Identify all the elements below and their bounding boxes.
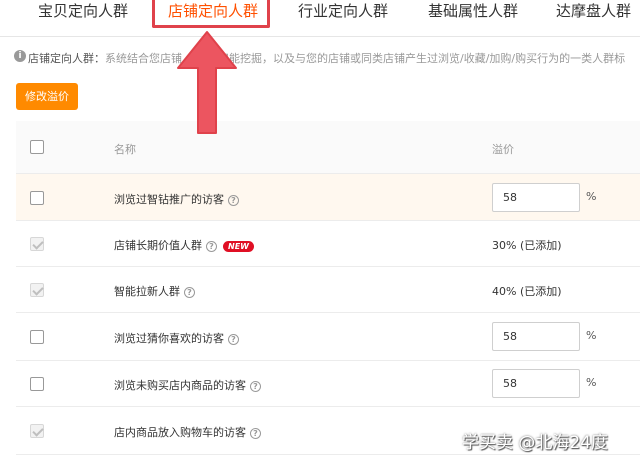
- notice-body: 系统结合您店铺... 证而智能挖掘，以及与您的店铺或同类店铺产生过浏览/收藏/加…: [105, 52, 626, 65]
- crowd-name: 智能拉新人群?: [114, 283, 195, 299]
- row-checkbox-disabled: [30, 424, 44, 438]
- tab-industry-targeting[interactable]: 行业定向人群: [298, 0, 388, 37]
- percent-unit: %: [586, 329, 597, 342]
- help-icon[interactable]: ?: [184, 286, 195, 298]
- crowd-name: 浏览过智钻推广的访客?: [114, 191, 239, 207]
- row-checkbox[interactable]: [30, 330, 44, 344]
- premium-input[interactable]: 58: [492, 183, 580, 212]
- notice-label: 店铺定向人群：: [28, 52, 105, 65]
- watermark: 学买卖 @北海24度: [462, 433, 609, 453]
- header-premium: 溢价: [492, 143, 514, 156]
- help-icon[interactable]: ?: [228, 333, 239, 345]
- help-icon[interactable]: ?: [250, 380, 261, 392]
- tab-damopan[interactable]: 达摩盘人群: [556, 0, 631, 37]
- help-icon[interactable]: ?: [228, 194, 239, 206]
- percent-unit: %: [586, 376, 597, 389]
- tab-basic-attributes[interactable]: 基础属性人群: [428, 0, 518, 37]
- row-checkbox[interactable]: [30, 191, 44, 205]
- new-badge: NEW: [223, 240, 254, 252]
- premium-input[interactable]: 58: [492, 369, 580, 398]
- help-icon[interactable]: ?: [206, 240, 217, 252]
- tab-item-targeting[interactable]: 宝贝定向人群: [38, 0, 128, 37]
- row-checkbox-disabled: [30, 237, 44, 251]
- row-checkbox[interactable]: [30, 377, 44, 391]
- header-name: 名称: [114, 143, 136, 156]
- crowd-name: 店铺长期价值人群? NEW: [114, 237, 254, 253]
- premium-input[interactable]: 58: [492, 322, 580, 351]
- table-header: 名称 溢价: [16, 121, 640, 174]
- select-all-checkbox[interactable]: [30, 140, 44, 154]
- table-row: 智能拉新人群? 40% (已添加): [16, 267, 640, 313]
- added-premium: 40% (已添加): [492, 285, 562, 298]
- notice-text: 店铺定向人群：系统结合您店铺... 证而智能挖掘，以及与您的店铺或同类店铺产生过…: [28, 50, 640, 66]
- tab-bar: 宝贝定向人群 店铺定向人群 行业定向人群 基础属性人群 达摩盘人群: [0, 0, 640, 37]
- crowd-name: 浏览未购买店内商品的访客?: [114, 377, 261, 393]
- crowd-name: 店内商品放入购物车的访客?: [114, 424, 261, 440]
- table-row: 店铺长期价值人群? NEW 30% (已添加): [16, 221, 640, 267]
- percent-unit: %: [586, 190, 597, 203]
- modify-premium-button[interactable]: 修改溢价: [16, 83, 78, 110]
- added-premium: 30% (已添加): [492, 239, 562, 252]
- table-row: 浏览过智钻推广的访客? 58 %: [16, 174, 640, 221]
- annotation-highlight-box: [152, 0, 270, 28]
- row-checkbox-disabled: [30, 283, 44, 297]
- table-row: 浏览未购买店内商品的访客? 58 %: [16, 361, 640, 407]
- info-icon: i: [14, 50, 26, 62]
- help-icon[interactable]: ?: [250, 427, 261, 439]
- crowd-name: 浏览过猜你喜欢的访客?: [114, 330, 239, 346]
- table-row: 浏览过猜你喜欢的访客? 58 %: [16, 313, 640, 361]
